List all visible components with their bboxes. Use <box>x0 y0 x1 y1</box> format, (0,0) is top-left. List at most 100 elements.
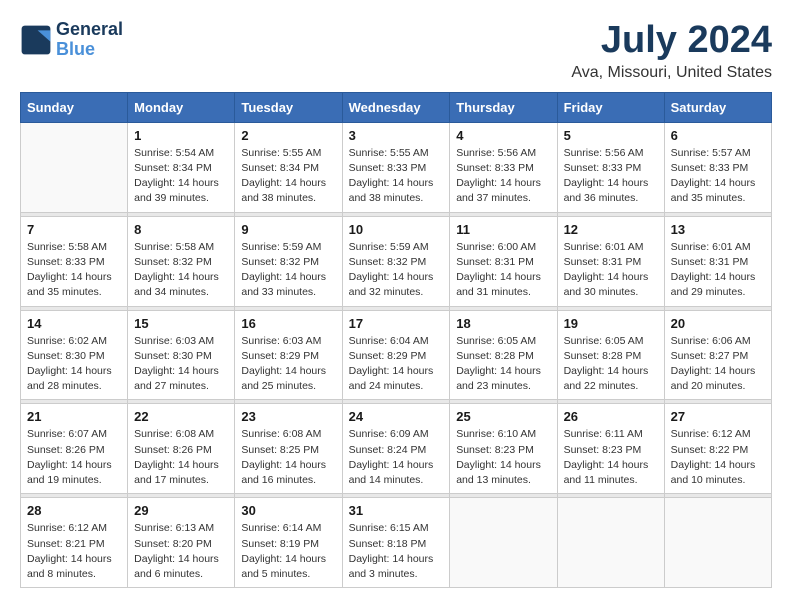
calendar-cell: 30 Sunrise: 6:14 AM Sunset: 8:19 PM Dayli… <box>235 498 342 588</box>
calendar-cell: 13 Sunrise: 6:01 AM Sunset: 8:31 PM Dayli… <box>664 216 771 306</box>
cell-info: Sunrise: 6:03 AM Sunset: 8:30 PM Dayligh… <box>134 334 228 395</box>
cell-day-number: 15 <box>134 316 228 331</box>
cell-day-number: 29 <box>134 503 228 518</box>
calendar-cell: 10 Sunrise: 5:59 AM Sunset: 8:32 PM Dayli… <box>342 216 450 306</box>
cell-info: Sunrise: 5:55 AM Sunset: 8:33 PM Dayligh… <box>349 146 444 207</box>
cell-day-number: 27 <box>671 409 765 424</box>
calendar-cell <box>664 498 771 588</box>
calendar-body: 1 Sunrise: 5:54 AM Sunset: 8:34 PM Daylig… <box>21 122 772 587</box>
cell-info: Sunrise: 6:03 AM Sunset: 8:29 PM Dayligh… <box>241 334 335 395</box>
calendar-cell <box>21 122 128 212</box>
cell-day-number: 1 <box>134 128 228 143</box>
cell-day-number: 4 <box>456 128 550 143</box>
cell-day-number: 31 <box>349 503 444 518</box>
cell-day-number: 24 <box>349 409 444 424</box>
cell-day-number: 28 <box>27 503 121 518</box>
day-header-thursday: Thursday <box>450 92 557 122</box>
cell-day-number: 10 <box>349 222 444 237</box>
cell-info: Sunrise: 6:05 AM Sunset: 8:28 PM Dayligh… <box>564 334 658 395</box>
calendar-cell: 11 Sunrise: 6:00 AM Sunset: 8:31 PM Dayli… <box>450 216 557 306</box>
calendar-cell: 29 Sunrise: 6:13 AM Sunset: 8:20 PM Dayli… <box>128 498 235 588</box>
cell-day-number: 2 <box>241 128 335 143</box>
cell-day-number: 26 <box>564 409 658 424</box>
main-title: July 2024 <box>571 20 772 62</box>
calendar-cell <box>450 498 557 588</box>
calendar-cell: 14Sunrise: 6:02 AM Sunset: 8:30 PM Dayli… <box>21 310 128 400</box>
calendar-cell: 8 Sunrise: 5:58 AM Sunset: 8:32 PM Daylig… <box>128 216 235 306</box>
cell-info: Sunrise: 6:08 AM Sunset: 8:26 PM Dayligh… <box>134 427 228 488</box>
day-header-wednesday: Wednesday <box>342 92 450 122</box>
cell-info: Sunrise: 6:04 AM Sunset: 8:29 PM Dayligh… <box>349 334 444 395</box>
cell-info: Sunrise: 5:57 AM Sunset: 8:33 PM Dayligh… <box>671 146 765 207</box>
cell-info: Sunrise: 5:55 AM Sunset: 8:34 PM Dayligh… <box>241 146 335 207</box>
cell-info: Sunrise: 6:14 AM Sunset: 8:19 PM Dayligh… <box>241 521 335 582</box>
calendar: SundayMondayTuesdayWednesdayThursdayFrid… <box>20 92 772 588</box>
calendar-cell: 6 Sunrise: 5:57 AM Sunset: 8:33 PM Daylig… <box>664 122 771 212</box>
calendar-cell: 22Sunrise: 6:08 AM Sunset: 8:26 PM Dayli… <box>128 404 235 494</box>
cell-info: Sunrise: 5:58 AM Sunset: 8:33 PM Dayligh… <box>27 240 121 301</box>
cell-info: Sunrise: 6:12 AM Sunset: 8:21 PM Dayligh… <box>27 521 121 582</box>
cell-day-number: 6 <box>671 128 765 143</box>
cell-info: Sunrise: 5:59 AM Sunset: 8:32 PM Dayligh… <box>241 240 335 301</box>
calendar-cell: 3 Sunrise: 5:55 AM Sunset: 8:33 PM Daylig… <box>342 122 450 212</box>
calendar-cell: 26 Sunrise: 6:11 AM Sunset: 8:23 PM Dayli… <box>557 404 664 494</box>
calendar-week-row: 14Sunrise: 6:02 AM Sunset: 8:30 PM Dayli… <box>21 310 772 400</box>
cell-info: Sunrise: 6:13 AM Sunset: 8:20 PM Dayligh… <box>134 521 228 582</box>
calendar-cell: 31 Sunrise: 6:15 AM Sunset: 8:18 PM Dayli… <box>342 498 450 588</box>
cell-info: Sunrise: 6:15 AM Sunset: 8:18 PM Dayligh… <box>349 521 444 582</box>
cell-info: Sunrise: 6:10 AM Sunset: 8:23 PM Dayligh… <box>456 427 550 488</box>
calendar-cell: 4Sunrise: 5:56 AM Sunset: 8:33 PM Daylig… <box>450 122 557 212</box>
header: General Blue July 2024 Ava, Missouri, Un… <box>20 20 772 82</box>
cell-day-number: 13 <box>671 222 765 237</box>
calendar-cell: 9 Sunrise: 5:59 AM Sunset: 8:32 PM Daylig… <box>235 216 342 306</box>
cell-day-number: 25 <box>456 409 550 424</box>
calendar-cell: 24Sunrise: 6:09 AM Sunset: 8:24 PM Dayli… <box>342 404 450 494</box>
calendar-cell: 5 Sunrise: 5:56 AM Sunset: 8:33 PM Daylig… <box>557 122 664 212</box>
calendar-cell: 15 Sunrise: 6:03 AM Sunset: 8:30 PM Dayli… <box>128 310 235 400</box>
cell-info: Sunrise: 6:11 AM Sunset: 8:23 PM Dayligh… <box>564 427 658 488</box>
cell-info: Sunrise: 6:08 AM Sunset: 8:25 PM Dayligh… <box>241 427 335 488</box>
cell-day-number: 8 <box>134 222 228 237</box>
cell-info: Sunrise: 5:58 AM Sunset: 8:32 PM Dayligh… <box>134 240 228 301</box>
cell-day-number: 5 <box>564 128 658 143</box>
cell-info: Sunrise: 6:01 AM Sunset: 8:31 PM Dayligh… <box>671 240 765 301</box>
cell-day-number: 3 <box>349 128 444 143</box>
cell-day-number: 12 <box>564 222 658 237</box>
cell-day-number: 17 <box>349 316 444 331</box>
cell-info: Sunrise: 6:12 AM Sunset: 8:22 PM Dayligh… <box>671 427 765 488</box>
cell-info: Sunrise: 5:56 AM Sunset: 8:33 PM Dayligh… <box>564 146 658 207</box>
day-header-monday: Monday <box>128 92 235 122</box>
subtitle: Ava, Missouri, United States <box>571 64 772 82</box>
logo: General Blue <box>20 20 123 60</box>
cell-info: Sunrise: 5:59 AM Sunset: 8:32 PM Dayligh… <box>349 240 444 301</box>
cell-day-number: 7 <box>27 222 121 237</box>
cell-info: Sunrise: 6:00 AM Sunset: 8:31 PM Dayligh… <box>456 240 550 301</box>
calendar-cell: 1 Sunrise: 5:54 AM Sunset: 8:34 PM Daylig… <box>128 122 235 212</box>
calendar-header-row: SundayMondayTuesdayWednesdayThursdayFrid… <box>21 92 772 122</box>
day-header-tuesday: Tuesday <box>235 92 342 122</box>
title-area: July 2024 Ava, Missouri, United States <box>571 20 772 82</box>
calendar-week-row: 7 Sunrise: 5:58 AM Sunset: 8:33 PM Daylig… <box>21 216 772 306</box>
logo-text: General Blue <box>56 20 123 60</box>
calendar-cell: 20Sunrise: 6:06 AM Sunset: 8:27 PM Dayli… <box>664 310 771 400</box>
calendar-cell: 2 Sunrise: 5:55 AM Sunset: 8:34 PM Daylig… <box>235 122 342 212</box>
cell-day-number: 21 <box>27 409 121 424</box>
calendar-cell: 27 Sunrise: 6:12 AM Sunset: 8:22 PM Dayli… <box>664 404 771 494</box>
calendar-cell: 16Sunrise: 6:03 AM Sunset: 8:29 PM Dayli… <box>235 310 342 400</box>
calendar-cell: 21Sunrise: 6:07 AM Sunset: 8:26 PM Dayli… <box>21 404 128 494</box>
cell-day-number: 19 <box>564 316 658 331</box>
calendar-cell: 12 Sunrise: 6:01 AM Sunset: 8:31 PM Dayli… <box>557 216 664 306</box>
calendar-week-row: 28 Sunrise: 6:12 AM Sunset: 8:21 PM Dayli… <box>21 498 772 588</box>
cell-info: Sunrise: 6:01 AM Sunset: 8:31 PM Dayligh… <box>564 240 658 301</box>
cell-day-number: 30 <box>241 503 335 518</box>
day-header-sunday: Sunday <box>21 92 128 122</box>
day-header-friday: Friday <box>557 92 664 122</box>
calendar-week-row: 21Sunrise: 6:07 AM Sunset: 8:26 PM Dayli… <box>21 404 772 494</box>
calendar-cell: 18Sunrise: 6:05 AM Sunset: 8:28 PM Dayli… <box>450 310 557 400</box>
cell-day-number: 11 <box>456 222 550 237</box>
calendar-cell: 23Sunrise: 6:08 AM Sunset: 8:25 PM Dayli… <box>235 404 342 494</box>
calendar-week-row: 1 Sunrise: 5:54 AM Sunset: 8:34 PM Daylig… <box>21 122 772 212</box>
cell-day-number: 18 <box>456 316 550 331</box>
cell-info: Sunrise: 5:54 AM Sunset: 8:34 PM Dayligh… <box>134 146 228 207</box>
cell-day-number: 9 <box>241 222 335 237</box>
